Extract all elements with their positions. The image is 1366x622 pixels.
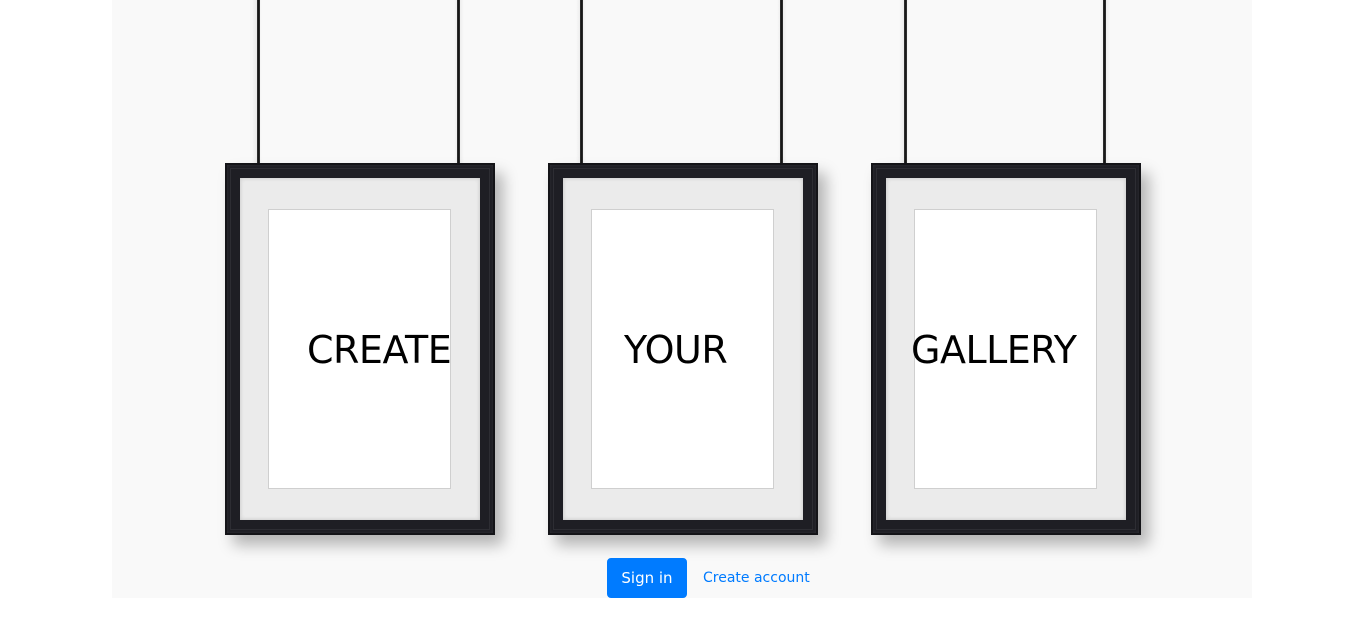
hanging-cord <box>457 0 460 164</box>
hero-gallery-image: CREATE YOUR GALLERY <box>112 0 1252 598</box>
create-account-link[interactable]: Create account <box>703 570 810 586</box>
hanging-cord <box>257 0 260 164</box>
hanging-cord <box>904 0 907 164</box>
gallery-word-your: YOUR <box>624 328 728 372</box>
gallery-word-gallery: GALLERY <box>911 328 1077 372</box>
sign-in-button[interactable]: Sign in <box>607 558 687 598</box>
auth-actions: Sign in Create account <box>607 558 810 598</box>
hanging-cord <box>580 0 583 164</box>
gallery-word-create: CREATE <box>307 328 452 372</box>
hanging-cord <box>780 0 783 164</box>
hanging-cord <box>1103 0 1106 164</box>
